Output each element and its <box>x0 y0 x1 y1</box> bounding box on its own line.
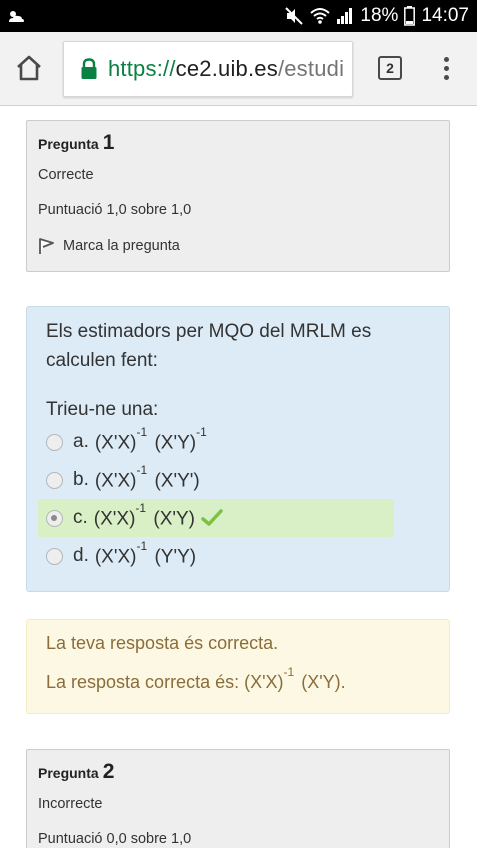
answer-formula: (X'X)-1 (X'Y') <box>94 463 200 492</box>
answer-formula: (X'X)-1 (X'Y)-1 <box>94 425 209 454</box>
answer-radio[interactable] <box>46 471 63 489</box>
question-number: 1 <box>102 131 115 154</box>
question-info: Pregunta 2 Incorrecte Puntuació 0,0 sobr… <box>26 749 450 848</box>
answer-formula: (X'X)-1 (X'Y) <box>93 501 196 530</box>
formula-term: (X'X) <box>94 432 137 454</box>
formula-term: (X'X) <box>94 546 137 568</box>
question-label: Pregunta <box>38 765 99 781</box>
answer-radio[interactable] <box>46 433 63 451</box>
feedback-correct-text: La teva resposta és correcta. <box>46 633 279 653</box>
answer-option-c[interactable]: c. (X'X)-1 (X'Y) <box>38 499 394 537</box>
formula-term: (X'Y) <box>153 508 196 530</box>
home-icon <box>17 55 41 81</box>
answer-letter: d. <box>73 545 89 566</box>
answer-feedback: La teva resposta és correcta. La respost… <box>26 619 450 714</box>
weather-cloud-sun-icon <box>6 6 26 26</box>
overflow-menu-button[interactable] <box>436 54 456 84</box>
formula-term: (X'Y) <box>154 432 197 454</box>
answer-radio[interactable] <box>46 547 63 565</box>
question-formulation: Els estimadors per MQO del MRLM es calcu… <box>26 306 450 592</box>
correct-check-icon <box>201 509 223 526</box>
answer-option-b[interactable]: b. (X'X)-1 (X'Y') <box>38 461 394 499</box>
formula-exponent: -1 <box>136 538 148 553</box>
answer-prompt: Trieu-ne una: <box>46 399 159 420</box>
formula-term: (X'X) <box>94 470 137 492</box>
wifi-icon <box>310 8 331 24</box>
answer-letter: c. <box>73 507 88 528</box>
browser-toolbar: https://ce2.uib.es/estudi 2 <box>0 32 477 106</box>
battery-percent: 18% <box>360 5 399 26</box>
question-state: Incorrecte <box>38 796 103 812</box>
question-grade: Puntuació 1,0 sobre 1,0 <box>38 202 192 218</box>
clock: 14:07 <box>421 5 469 26</box>
formula-exponent: -1 <box>136 462 148 477</box>
correct-answer-suffix: (X'Y). <box>296 672 346 692</box>
menu-dot-icon <box>443 57 449 62</box>
url-host: ce2.uib.es <box>175 56 278 81</box>
home-button[interactable] <box>14 53 48 85</box>
menu-dot-icon <box>443 66 449 71</box>
formula-term: (X'Y') <box>154 470 200 492</box>
formula-exponent: -1 <box>136 424 148 439</box>
formula-exponent: -1 <box>196 424 207 439</box>
signal-icon <box>337 8 353 24</box>
lock-icon <box>81 58 97 79</box>
question-grade: Puntuació 0,0 sobre 1,0 <box>38 831 192 847</box>
answer-list: a. (X'X)-1 (X'Y)-1 b. (X'X)-1 (X'Y') c. … <box>38 423 430 575</box>
question-heading: Pregunta 1 <box>38 131 438 157</box>
answer-radio-checked[interactable] <box>46 509 63 527</box>
url-scheme: https:// <box>108 56 176 81</box>
page-content: Pregunta 1 Correcte Puntuació 1,0 sobre … <box>0 107 477 848</box>
formula-term: (X'X) <box>93 508 136 530</box>
url-text: https://ce2.uib.es/estudi <box>108 56 344 82</box>
question-state: Correcte <box>38 167 94 183</box>
url-bar[interactable]: https://ce2.uib.es/estudi <box>63 41 353 97</box>
menu-dot-icon <box>443 75 449 80</box>
correct-answer-prefix: La resposta correcta és: (X'X) <box>46 672 284 692</box>
question-text: Els estimadors per MQO del MRLM es calcu… <box>46 321 372 371</box>
battery-icon <box>404 6 416 26</box>
url-path: /estudi <box>277 56 345 81</box>
question-heading: Pregunta 2 <box>38 760 438 786</box>
answer-formula: (X'X)-1 (Y'Y) <box>94 539 197 568</box>
question-label: Pregunta <box>38 136 99 152</box>
formula-term: (Y'Y) <box>154 546 197 568</box>
tab-switcher-button[interactable]: 2 <box>378 56 402 80</box>
correct-answer-exponent: -1 <box>283 665 295 679</box>
correct-answer-text: La resposta correcta és: (X'X)-1 (X'Y). <box>46 665 430 693</box>
answer-letter: a. <box>73 431 89 452</box>
flag-question-label: Marca la pregunta <box>63 238 180 254</box>
formula-exponent: -1 <box>135 500 147 515</box>
status-bar: 18% 14:07 <box>0 0 477 32</box>
answer-option-a[interactable]: a. (X'X)-1 (X'Y)-1 <box>38 423 394 461</box>
flag-icon <box>39 238 54 254</box>
question-number: 2 <box>102 760 115 783</box>
mute-icon <box>285 7 304 25</box>
answer-option-d[interactable]: d. (X'X)-1 (Y'Y) <box>38 537 394 575</box>
question-info: Pregunta 1 Correcte Puntuació 1,0 sobre … <box>26 120 450 272</box>
answer-letter: b. <box>73 469 89 490</box>
flag-question-link[interactable]: Marca la pregunta <box>38 237 438 255</box>
